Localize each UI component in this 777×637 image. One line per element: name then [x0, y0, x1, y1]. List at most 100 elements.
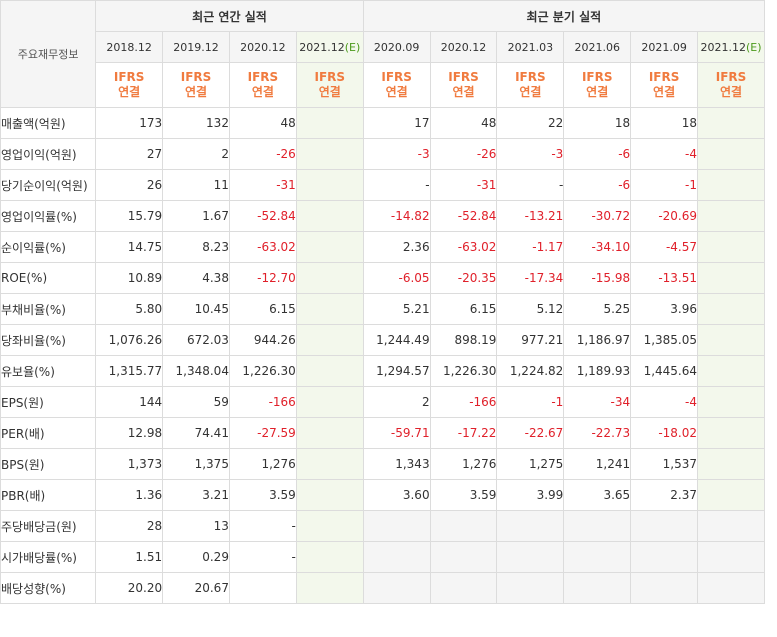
annual-value-cell: 10.89	[95, 262, 164, 294]
quarter-value-cell: 1,385.05	[630, 324, 699, 356]
quarter-value-cell: 18	[630, 107, 699, 139]
quarter-value-cell: -3	[496, 138, 565, 170]
quarter-value-cell: -1.17	[496, 231, 565, 263]
annual-value-cell: 1.36	[95, 479, 164, 511]
annual-value-cell: 5.80	[95, 293, 164, 325]
quarter-value-cell	[697, 262, 765, 294]
annual-value-cell	[228, 572, 297, 604]
quarter-group-header: 최근 분기 실적	[362, 0, 766, 32]
quarter-value-cell: 1,294.57	[362, 355, 431, 387]
row-label: ROE(%)	[0, 262, 97, 294]
annual-value-cell	[295, 355, 364, 387]
label-column-header: 주요재무정보	[0, 0, 97, 108]
table-row: BPS(원) 1,373 1,375 1,276 1,343 1,276 1,275 1,24…	[0, 448, 765, 480]
ifrs-basis-header: IFRS 연결	[630, 62, 699, 108]
quarter-value-cell: -22.67	[496, 417, 565, 449]
ifrs-label: IFRS	[715, 70, 747, 84]
annual-value-cell: 20.20	[95, 572, 164, 604]
ifrs-basis-header: IFRS 연결	[362, 62, 431, 108]
row-label: 영업이익률(%)	[0, 200, 97, 232]
quarter-value-cell	[697, 448, 765, 480]
row-label: 순이익률(%)	[0, 231, 97, 263]
annual-value-cell: 672.03	[162, 324, 230, 356]
annual-value-cell: 1,226.30	[228, 355, 297, 387]
table-row: 유보율(%) 1,315.77 1,348.04 1,226.30 1,294.57 1,…	[0, 355, 765, 387]
quarter-value-cell: -18.02	[630, 417, 699, 449]
annual-value-cell: 1,348.04	[162, 355, 230, 387]
quarter-value-cell: 5.12	[496, 293, 565, 325]
table-row: ROE(%) 10.89 4.38 -12.70 -6.05 -20.35 -17.34 -1…	[0, 262, 765, 294]
quarter-period-header: 2021.09	[630, 31, 699, 63]
annual-value-cell: 144	[95, 386, 164, 418]
quarter-value-cell: 2.37	[630, 479, 699, 511]
annual-value-cell: 59	[162, 386, 230, 418]
empty-cell	[362, 541, 431, 573]
quarter-value-cell: 3.59	[429, 479, 498, 511]
annual-value-cell	[295, 386, 364, 418]
table-row: 영업이익률(%) 15.79 1.67 -52.84 -14.82 -52.84 -13.2…	[0, 200, 765, 232]
annual-value-cell	[295, 107, 364, 139]
annual-value-cell: 20.67	[162, 572, 230, 604]
quarter-value-cell: 22	[496, 107, 565, 139]
quarter-value-cell: -34	[563, 386, 632, 418]
quarter-value-cell: 18	[563, 107, 632, 139]
quarter-value-cell: -4	[630, 386, 699, 418]
ifrs-label: IFRS	[113, 70, 145, 84]
quarter-value-cell	[697, 200, 765, 232]
empty-cell	[630, 541, 699, 573]
annual-period-header: 2019.12	[162, 31, 230, 63]
quarter-value-cell: -22.73	[563, 417, 632, 449]
quarter-value-cell: 898.19	[429, 324, 498, 356]
quarter-value-cell: 1,244.49	[362, 324, 431, 356]
row-label: PBR(배)	[0, 479, 97, 511]
table-row: 부채비율(%) 5.80 10.45 6.15 5.21 6.15 5.12 5.25 3.96	[0, 293, 765, 325]
quarter-value-cell	[697, 169, 765, 201]
quarter-value-cell: 2	[362, 386, 431, 418]
quarter-value-cell: -3	[362, 138, 431, 170]
empty-cell	[630, 510, 699, 542]
empty-cell	[429, 510, 498, 542]
annual-value-cell: 2	[162, 138, 230, 170]
ifrs-basis-header: IFRS 연결	[563, 62, 632, 108]
annual-value-cell: 1,076.26	[95, 324, 164, 356]
quarter-value-cell: -14.82	[362, 200, 431, 232]
annual-period-header: 2021.12(E)	[295, 31, 364, 63]
annual-value-cell: 14.75	[95, 231, 164, 263]
quarter-value-cell: -26	[429, 138, 498, 170]
ifrs-basis-header: IFRS 연결	[162, 62, 230, 108]
quarter-value-cell: -20.69	[630, 200, 699, 232]
annual-value-cell	[295, 169, 364, 201]
quarter-value-cell	[697, 107, 765, 139]
annual-value-cell: -	[228, 510, 297, 542]
quarter-value-cell: 1,241	[563, 448, 632, 480]
quarter-value-cell: 3.60	[362, 479, 431, 511]
table-row: 순이익률(%) 14.75 8.23 -63.02 2.36 -63.02 -1.17 -34…	[0, 231, 765, 263]
quarter-value-cell	[697, 231, 765, 263]
table-row: 배당성향(%) 20.20 20.67	[0, 572, 765, 604]
annual-value-cell	[295, 572, 364, 604]
annual-value-cell: 10.45	[162, 293, 230, 325]
quarter-value-cell: 1,189.93	[563, 355, 632, 387]
ifrs-label: IFRS	[515, 70, 546, 84]
annual-value-cell: -27.59	[228, 417, 297, 449]
consolidated-label: 연결	[653, 85, 676, 99]
quarter-value-cell: -15.98	[563, 262, 632, 294]
annual-value-cell: -52.84	[228, 200, 297, 232]
table-row: PER(배) 12.98 74.41 -27.59 -59.71 -17.22 -22.67…	[0, 417, 765, 449]
quarter-value-cell	[697, 355, 765, 387]
row-label: BPS(원)	[0, 448, 97, 480]
annual-value-cell: 6.15	[228, 293, 297, 325]
quarter-value-cell: -166	[429, 386, 498, 418]
quarter-value-cell: 1,224.82	[496, 355, 565, 387]
quarter-value-cell	[697, 386, 765, 418]
quarter-period-header: 2021.03	[496, 31, 565, 63]
annual-value-cell: 944.26	[228, 324, 297, 356]
quarter-value-cell: 48	[429, 107, 498, 139]
ifrs-label: IFRS	[381, 70, 412, 84]
quarter-value-cell: -30.72	[563, 200, 632, 232]
consolidated-label: 연결	[719, 85, 743, 99]
annual-value-cell: 1,373	[95, 448, 164, 480]
consolidated-label: 연결	[586, 85, 609, 99]
quarter-value-cell: -6	[563, 138, 632, 170]
quarter-value-cell	[697, 293, 765, 325]
